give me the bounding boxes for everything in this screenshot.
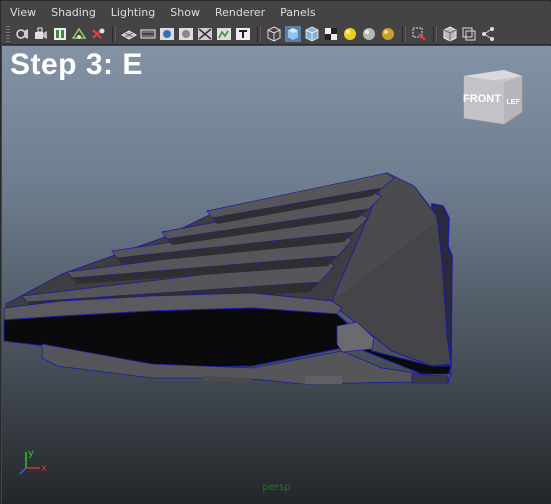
viewcube[interactable]: FRONT LEF [460,66,528,128]
overlay-step-label: Step 3: E [10,48,143,81]
bookmarks-icon[interactable] [71,26,87,42]
xray-icon[interactable] [442,25,458,42]
camera-attributes-icon[interactable] [52,26,68,42]
toolbar-separator [112,25,116,42]
textured-icon[interactable] [323,26,339,42]
menu-show[interactable]: Show [162,2,207,23]
axis-y-label: y [28,448,34,459]
film-gate-icon[interactable] [140,26,156,42]
viewcube-front-label: FRONT [463,93,501,105]
toolbar-separator [433,25,437,42]
panel-menubar: View Shading Lighting Show Renderer Pane… [2,2,551,23]
camera-name-label: persp [262,482,291,493]
resolution-gate-icon[interactable] [159,26,175,42]
menu-shading[interactable]: Shading [43,2,103,23]
image-plane-icon[interactable] [90,26,106,42]
xray-components-icon[interactable] [480,26,496,42]
default-light-icon[interactable] [342,26,358,42]
toolbar-separator [257,25,261,42]
wireframe-icon[interactable] [266,25,282,42]
smooth-shade-icon[interactable] [285,25,301,42]
viewcube-side-label: LEF [506,99,520,106]
panel-toolbar [2,23,551,45]
axis-gizmo: y x [14,446,54,480]
lock-camera-icon[interactable] [33,26,49,42]
grid-icon[interactable] [121,26,137,42]
toolbar-grip[interactable] [6,25,10,42]
gate-mask-icon[interactable] [178,26,194,42]
panel-frame: View Shading Lighting Show Renderer Pane… [0,0,551,504]
menu-lighting[interactable]: Lighting [103,2,162,23]
toolbar-separator [402,25,406,42]
axis-x-label: x [41,463,47,474]
perspective-viewport[interactable]: Step 3: E FRONT LEF y x persp [2,46,551,504]
smooth-wireframe-icon[interactable] [304,25,320,42]
shadows-icon[interactable] [380,26,396,42]
safe-title-icon[interactable] [235,26,251,42]
menu-renderer[interactable]: Renderer [207,2,272,23]
isolate-select-icon[interactable] [411,26,427,42]
select-camera-icon[interactable] [14,26,30,42]
menu-view[interactable]: View [2,2,43,23]
menu-panels[interactable]: Panels [272,2,322,23]
field-chart-icon[interactable] [197,26,213,42]
all-lights-icon[interactable] [361,26,377,42]
safe-action-icon[interactable] [216,26,232,42]
xray-joints-icon[interactable] [461,26,477,42]
